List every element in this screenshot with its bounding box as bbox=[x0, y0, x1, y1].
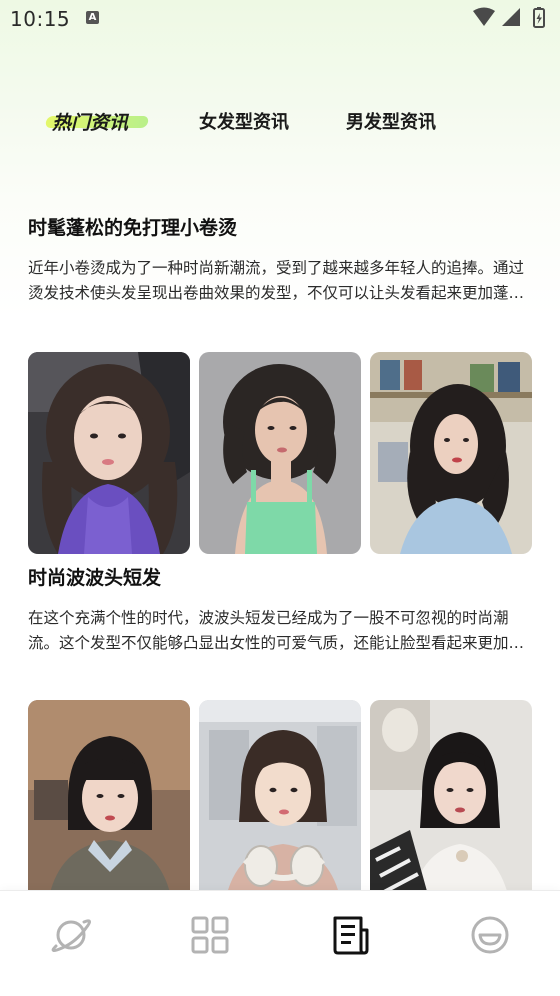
nav-categories[interactable] bbox=[188, 913, 232, 957]
notification-badge: A bbox=[86, 11, 99, 24]
signal-icon bbox=[502, 8, 520, 26]
tab-label: 男发型资讯 bbox=[346, 112, 436, 133]
status-bar: 10:15 A bbox=[0, 0, 560, 38]
article-photo[interactable] bbox=[370, 352, 532, 554]
article-photo[interactable] bbox=[28, 700, 190, 902]
article-photo[interactable] bbox=[199, 352, 361, 554]
article-photos bbox=[28, 700, 532, 902]
article-title: 时尚波波头短发 bbox=[28, 567, 162, 589]
nav-explore[interactable] bbox=[49, 913, 93, 957]
planet-icon bbox=[51, 919, 91, 953]
bottom-navigation bbox=[0, 890, 560, 996]
status-time: 10:15 bbox=[10, 7, 71, 31]
article-description: 在这个充满个性的时代，波波头短发已经成为了一股不可忽视的时尚潮流。这个发型不仅能… bbox=[28, 609, 525, 652]
status-icons bbox=[472, 7, 552, 33]
article-title: 时髦蓬松的免打理小卷烫 bbox=[28, 217, 238, 239]
smile-icon bbox=[471, 916, 509, 954]
article-card[interactable]: 时尚波波头短发 在这个充满个性的时代，波波头短发已经成为了一股不可忽视的时尚潮流… bbox=[28, 563, 532, 902]
tab-hot-news[interactable]: 热门资讯 bbox=[44, 108, 150, 135]
tab-women-hair-news[interactable]: 女发型资讯 bbox=[199, 108, 289, 134]
article-card[interactable]: 时髦蓬松的免打理小卷烫 近年小卷烫成为了一种时尚新潮流，受到了越来越多年轻人的追… bbox=[28, 213, 532, 554]
article-photo[interactable] bbox=[199, 700, 361, 902]
nav-profile[interactable] bbox=[468, 913, 512, 957]
category-tabs: 热门资讯 女发型资讯 男发型资讯 bbox=[0, 104, 560, 140]
article-description: 近年小卷烫成为了一种时尚新潮流，受到了越来越多年轻人的追捧。通过烫发技术使头发呈… bbox=[28, 259, 525, 302]
tab-men-hair-news[interactable]: 男发型资讯 bbox=[346, 108, 436, 134]
wifi-icon bbox=[473, 7, 495, 26]
article-photo[interactable] bbox=[370, 700, 532, 902]
tab-label: 女发型资讯 bbox=[199, 112, 289, 133]
news-icon bbox=[333, 916, 369, 955]
nav-news[interactable] bbox=[328, 913, 372, 957]
article-photos bbox=[28, 352, 532, 554]
article-photo[interactable] bbox=[28, 352, 190, 554]
tab-label: 热门资讯 bbox=[52, 112, 129, 134]
grid-icon bbox=[191, 916, 229, 954]
